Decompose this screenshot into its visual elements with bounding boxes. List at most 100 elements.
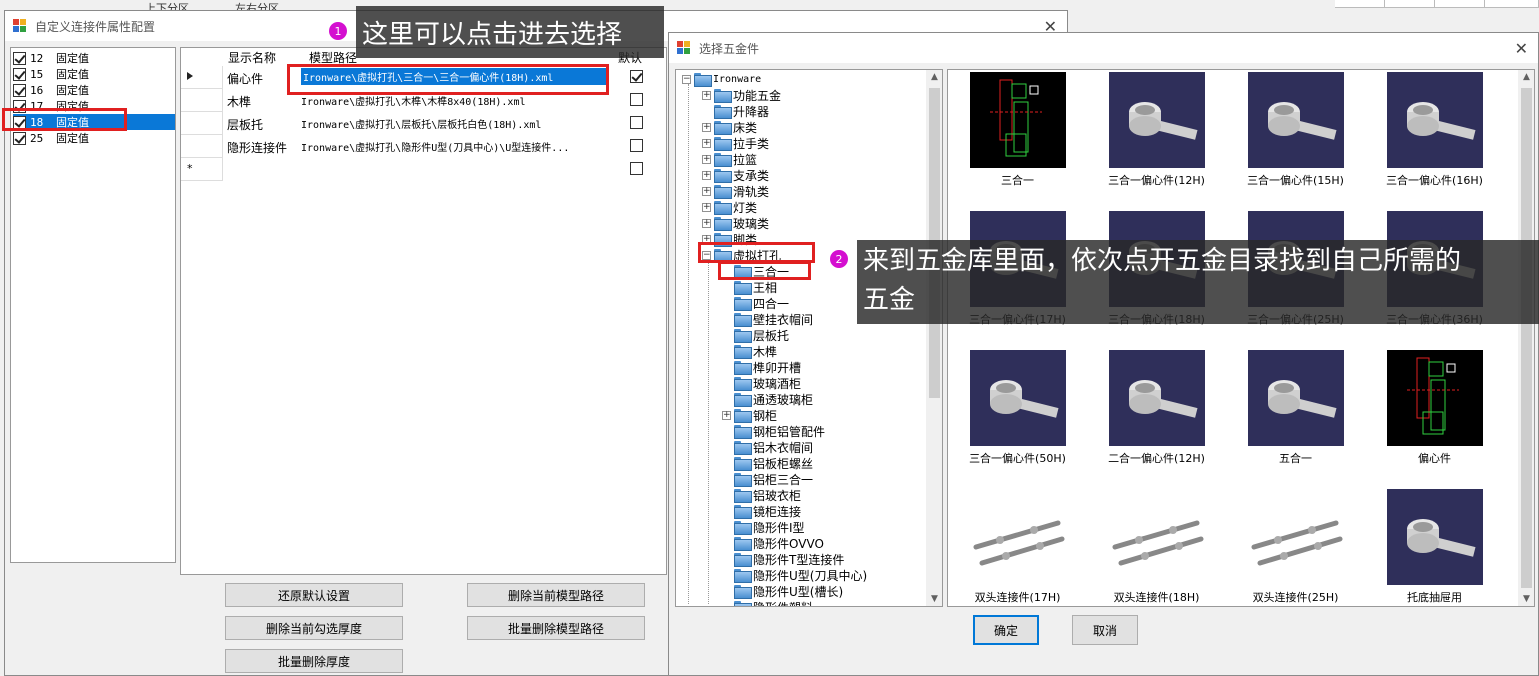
gallery-item[interactable]: 二合一偏心件(12H): [1087, 350, 1226, 489]
tree-node[interactable]: 隐形件U型(槽长): [734, 583, 843, 599]
close-icon[interactable]: ✕: [1515, 39, 1528, 58]
new-row[interactable]: *: [181, 158, 666, 181]
gallery-item[interactable]: 三合一偏心件(50H): [948, 350, 1087, 489]
cell-display-name[interactable]: 偏心件: [227, 70, 263, 87]
cell-model-path[interactable]: Ironware\虚拟打孔\木榫\木榫8x40(18H).xml: [301, 93, 526, 108]
expand-icon[interactable]: +: [702, 186, 711, 196]
gallery-item[interactable]: 双头连接件(18H): [1087, 489, 1226, 606]
scroll-down-icon[interactable]: ▼: [926, 594, 942, 604]
tree-node[interactable]: + 灯类: [702, 199, 757, 215]
expand-icon[interactable]: +: [702, 218, 711, 228]
expand-icon[interactable]: +: [702, 202, 711, 212]
row-header[interactable]: [181, 66, 223, 89]
scroll-up-icon[interactable]: ▲: [1518, 72, 1534, 82]
tree-node[interactable]: + 玻璃类: [702, 215, 769, 231]
tree-node[interactable]: 铝板柜螺丝: [734, 455, 813, 471]
tree-node[interactable]: + 支承类: [702, 167, 769, 183]
gallery-item[interactable]: 三合一偏心件(16H): [1365, 72, 1504, 211]
gallery-item[interactable]: 双头连接件(25H): [1226, 489, 1365, 606]
tree-node[interactable]: 四合一: [734, 295, 789, 311]
cell-default-checkbox[interactable]: [630, 116, 643, 129]
scroll-up-icon[interactable]: ▲: [926, 72, 942, 82]
tree-node[interactable]: 隐形件U型(刀具中心): [734, 567, 867, 583]
scroll-thumb[interactable]: [1521, 88, 1532, 588]
gallery-item[interactable]: 托底抽屉用: [1365, 489, 1504, 606]
table-row[interactable]: 层板托 Ironware\虚拟打孔\层板托\层板托白色(18H).xml: [181, 112, 666, 135]
thickness-item[interactable]: 15 固定值: [13, 66, 175, 82]
expand-icon[interactable]: +: [702, 90, 711, 100]
hardware-titlebar[interactable]: 选择五金件 ✕: [669, 33, 1538, 63]
tree-node[interactable]: 镜柜连接: [734, 503, 801, 519]
gallery-item[interactable]: 三合一偏心件(12H): [1087, 72, 1226, 211]
tree-node[interactable]: 榫卯开槽: [734, 359, 801, 375]
gallery-scrollbar[interactable]: ▲ ▼: [1518, 70, 1534, 606]
batch-delete-thickness-button[interactable]: 批量删除厚度: [225, 649, 403, 673]
thickness-item[interactable]: 25 固定值: [13, 130, 175, 146]
ok-button[interactable]: 确定: [973, 615, 1039, 645]
connector-grid[interactable]: 显示名称 模型路径 默认 偏心件 Ironware\虚拟打孔\三合一\三合一偏心…: [180, 47, 667, 575]
row-header[interactable]: [181, 112, 223, 135]
row-header[interactable]: [181, 89, 223, 112]
tree-node[interactable]: 隐形件塑料: [734, 599, 813, 606]
thickness-checkbox[interactable]: [13, 83, 26, 97]
tree-node[interactable]: 铝玻衣柜: [734, 487, 801, 503]
gallery-item[interactable]: 偏心件: [1365, 350, 1504, 489]
cell-display-name[interactable]: 隐形连接件: [227, 139, 287, 156]
tree-root[interactable]: − Ironware: [682, 71, 761, 87]
expand-icon[interactable]: +: [702, 170, 711, 180]
tree-node[interactable]: 王相: [734, 279, 777, 295]
table-row[interactable]: 隐形连接件 Ironware\虚拟打孔\隐形件U型(刀具中心)\U型连接件...: [181, 135, 666, 158]
tree-node[interactable]: 通透玻璃柜: [734, 391, 813, 407]
cell-default-checkbox[interactable]: [630, 70, 643, 83]
tree-node[interactable]: 铝木衣帽间: [734, 439, 813, 455]
thickness-checkbox[interactable]: [13, 67, 26, 81]
restore-defaults-button[interactable]: 还原默认设置: [225, 583, 403, 607]
row-header[interactable]: *: [181, 158, 223, 181]
tree-node[interactable]: + 滑轨类: [702, 183, 769, 199]
tree-node[interactable]: + 功能五金: [702, 87, 781, 103]
tree-node[interactable]: 壁挂衣帽间: [734, 311, 813, 327]
tree-node[interactable]: + 床类: [702, 119, 757, 135]
gallery-item[interactable]: 三合一: [948, 72, 1087, 211]
cell-default-checkbox[interactable]: [630, 139, 643, 152]
cell-default-checkbox[interactable]: [630, 93, 643, 106]
tree-node[interactable]: 升降器: [714, 103, 769, 119]
hardware-gallery[interactable]: 三合一 三合一偏心件(12H) 三合一偏心件(15H) 三合一偏心件(16H) 三合一偏…: [947, 69, 1535, 607]
delete-current-path-button[interactable]: 删除当前模型路径: [467, 583, 645, 607]
scroll-down-icon[interactable]: ▼: [1518, 594, 1534, 604]
expand-icon[interactable]: +: [702, 122, 711, 132]
tree-node[interactable]: 玻璃酒柜: [734, 375, 801, 391]
cancel-button[interactable]: 取消: [1072, 615, 1138, 645]
tree-node[interactable]: 隐形件T型连接件: [734, 551, 844, 567]
cell-display-name[interactable]: 层板托: [227, 116, 263, 133]
tree-node[interactable]: 铝柜三合一: [734, 471, 813, 487]
collapse-icon[interactable]: −: [682, 74, 691, 84]
gallery-item[interactable]: 五合一: [1226, 350, 1365, 489]
expand-icon[interactable]: +: [702, 138, 711, 148]
header-name[interactable]: 显示名称: [228, 49, 276, 66]
gallery-item[interactable]: 双头连接件(17H): [948, 489, 1087, 606]
cell-display-name[interactable]: 木榫: [227, 93, 251, 110]
thickness-item[interactable]: 12 固定值: [13, 50, 175, 66]
cell-model-path[interactable]: Ironware\虚拟打孔\隐形件U型(刀具中心)\U型连接件...: [301, 139, 569, 154]
tree-node[interactable]: 木榫: [734, 343, 777, 359]
thickness-checkbox[interactable]: [13, 51, 26, 65]
expand-icon[interactable]: +: [722, 410, 731, 420]
gallery-item[interactable]: 三合一偏心件(15H): [1226, 72, 1365, 211]
cell-default-checkbox[interactable]: [630, 162, 643, 175]
batch-delete-paths-button[interactable]: 批量删除模型路径: [467, 616, 645, 640]
tree-node[interactable]: 隐形件I型: [734, 519, 805, 535]
tree-node[interactable]: 钢柜铝管配件: [734, 423, 825, 439]
delete-checked-thickness-button[interactable]: 删除当前勾选厚度: [225, 616, 403, 640]
tree-node[interactable]: + 拉手类: [702, 135, 769, 151]
tree-node[interactable]: + 拉篮: [702, 151, 757, 167]
thickness-checkbox[interactable]: [13, 131, 26, 145]
tree-node[interactable]: 层板托: [734, 327, 789, 343]
tree-node[interactable]: + 钢柜: [722, 407, 777, 423]
expand-icon[interactable]: +: [702, 154, 711, 164]
thickness-item[interactable]: 16 固定值: [13, 82, 175, 98]
tree-scrollbar[interactable]: ▲ ▼: [926, 70, 942, 606]
tree-node[interactable]: 隐形件OVVO: [734, 535, 824, 551]
cell-model-path[interactable]: Ironware\虚拟打孔\层板托\层板托白色(18H).xml: [301, 116, 541, 131]
hardware-tree[interactable]: − Ironware + 功能五金 升降器 + 床类 + 拉手类 + 拉篮 + …: [675, 69, 943, 607]
